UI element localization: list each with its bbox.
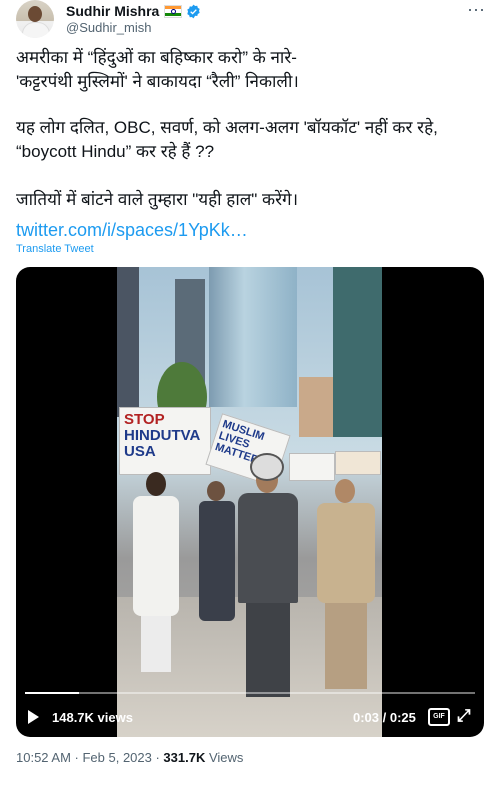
video-time: 0:03 / 0:25 bbox=[353, 710, 416, 725]
tweet-view-count: 331.7K bbox=[163, 750, 206, 765]
tweet-link[interactable]: twitter.com/i/spaces/1YpKk… bbox=[16, 218, 248, 242]
video-view-count: 148.7K views bbox=[52, 710, 133, 725]
protest-sign-stop: STOP HINDUTVA USA bbox=[119, 407, 211, 475]
person-background bbox=[197, 481, 237, 621]
more-options-icon[interactable]: ⋯ bbox=[467, 0, 486, 21]
video-controls: 148.7K views 0:03 / 0:25 GIF ⤢ bbox=[16, 705, 484, 731]
play-icon[interactable] bbox=[28, 710, 39, 724]
verified-badge-icon bbox=[187, 4, 201, 18]
author-handle[interactable]: @Sudhir_mish bbox=[66, 20, 201, 36]
video-player[interactable]: STOP HINDUTVA USA MUSLIM LIVES MATTER 14… bbox=[16, 267, 484, 737]
video-progress-bar[interactable] bbox=[25, 692, 475, 694]
india-flag-icon bbox=[164, 4, 183, 18]
tweet-line-1: अमरीका में “हिंदुओं का बहिष्कार करो” के … bbox=[16, 48, 297, 67]
tweet-paragraph-3: जातियों में बांटने वाले तुम्हारा "यही हा… bbox=[16, 190, 299, 209]
translate-tweet-link[interactable]: Translate Tweet bbox=[16, 243, 94, 255]
author-name[interactable]: Sudhir Mishra bbox=[66, 2, 159, 20]
protest-sign-small-2 bbox=[335, 451, 381, 475]
gif-icon[interactable]: GIF bbox=[428, 708, 450, 726]
tweet-paragraph-2: यह लोग दलित, OBC, सवर्ण, को अलग-अलग 'बॉय… bbox=[16, 118, 438, 161]
tweet-views-label: Views bbox=[205, 750, 244, 765]
person-white-kurta bbox=[121, 472, 191, 672]
megaphone-icon bbox=[250, 453, 284, 481]
author-info: Sudhir Mishra @Sudhir_mish bbox=[66, 2, 201, 36]
video-frame[interactable]: STOP HINDUTVA USA MUSLIM LIVES MATTER bbox=[117, 267, 382, 737]
video-progress-fill bbox=[25, 692, 79, 694]
tweet-line-2: 'कट्टरपंथी मुस्लिमों' ने बाकायदा “रैली” … bbox=[16, 72, 299, 91]
avatar[interactable] bbox=[16, 0, 54, 38]
person-with-megaphone bbox=[232, 467, 304, 697]
tweet-timestamp[interactable]: 10:52 AM · Feb 5, 2023 · bbox=[16, 750, 163, 765]
tweet-meta: 10:52 AM · Feb 5, 2023 · 331.7K Views bbox=[16, 750, 243, 765]
tweet-header: Sudhir Mishra @Sudhir_mish ⋯ bbox=[16, 0, 486, 40]
fullscreen-icon[interactable]: ⤢ bbox=[457, 706, 471, 726]
person-tan-jacket bbox=[313, 479, 379, 689]
